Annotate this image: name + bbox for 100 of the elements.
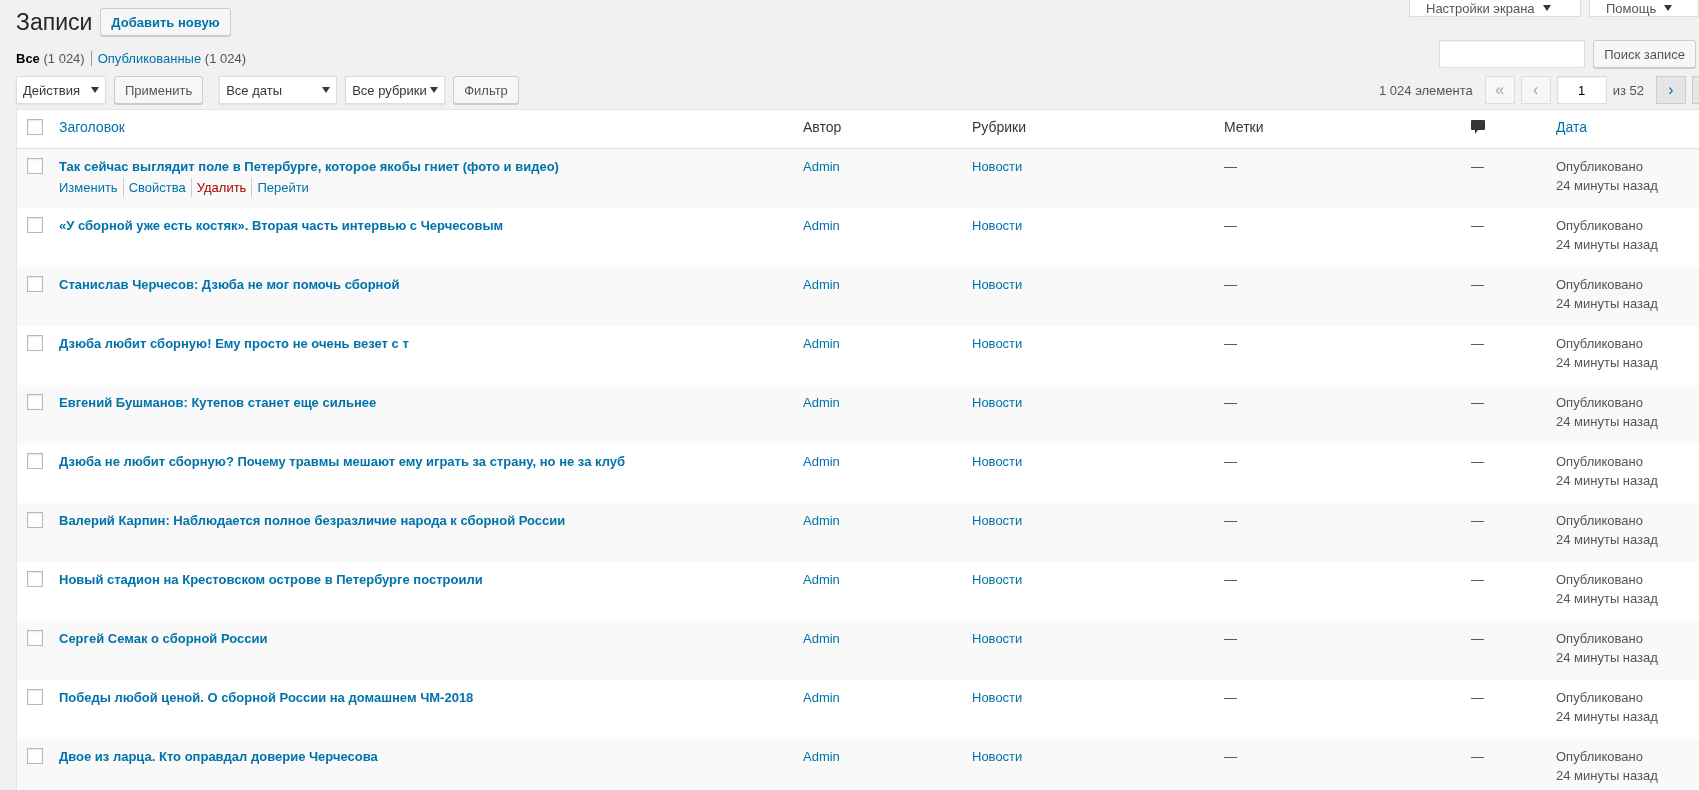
row-checkbox[interactable]	[27, 276, 43, 292]
author-link[interactable]: Admin	[803, 277, 840, 292]
dropdown-caret-icon	[91, 87, 99, 93]
comments-value: —	[1471, 218, 1484, 233]
date-filter-select[interactable]: Все даты	[219, 76, 338, 104]
post-date: 24 минуты назад	[1556, 354, 1659, 372]
author-link[interactable]: Admin	[803, 159, 840, 174]
post-title-link[interactable]: Двое из ларца. Кто оправдал доверие Черчесова	[59, 749, 378, 764]
comments-value: —	[1471, 395, 1484, 410]
category-link[interactable]: Новости	[972, 513, 1023, 528]
row-checkbox[interactable]	[27, 335, 43, 351]
post-date: 24 минуты назад	[1556, 413, 1659, 431]
post-title-link[interactable]: Станислав Черчесов: Дзюба не мог помочь сборной	[59, 277, 400, 292]
author-link[interactable]: Admin	[803, 513, 840, 528]
category-link[interactable]: Новости	[972, 749, 1023, 764]
post-status: Опубликовано	[1556, 217, 1644, 235]
category-link[interactable]: Новости	[972, 690, 1023, 705]
tags-value: —	[1224, 572, 1237, 587]
filter-button[interactable]: Фильтр	[453, 76, 519, 104]
row-checkbox[interactable]	[27, 217, 43, 233]
tags-value: —	[1224, 395, 1237, 410]
tags-value: —	[1224, 690, 1237, 705]
page-number-field[interactable]: 1	[1556, 76, 1607, 104]
category-link[interactable]: Новости	[972, 277, 1023, 292]
post-date: 24 минуты назад	[1556, 177, 1659, 195]
post-date: 24 минуты назад	[1556, 295, 1659, 313]
tags-value: —	[1224, 631, 1237, 646]
post-title-link[interactable]: «У сборной уже есть костяк». Вторая часть интервью с Черчесовым	[59, 218, 504, 233]
author-link[interactable]: Admin	[803, 395, 840, 410]
view-filter-link[interactable]: Все (1 024)	[16, 51, 91, 66]
row-checkbox[interactable]	[27, 689, 43, 705]
select-all-checkbox[interactable]	[27, 119, 43, 135]
row-checkbox[interactable]	[27, 748, 43, 764]
category-link[interactable]: Новости	[972, 631, 1023, 646]
add-new-button[interactable]: Добавить новую	[100, 8, 231, 36]
post-title-link[interactable]: Так сейчас выглядит поле в Петербурге, которое якобы гниет (фото и видео)	[59, 159, 559, 174]
row-checkbox[interactable]	[27, 630, 43, 646]
page-nav-button[interactable]: ›	[1656, 76, 1686, 104]
post-status: Опубликовано	[1556, 630, 1644, 648]
author-link[interactable]: Admin	[803, 218, 840, 233]
comments-value: —	[1471, 572, 1484, 587]
post-title-link[interactable]: Дзюба не любит сборную? Почему травмы мешают ему играть за страну, но не за клуб	[59, 454, 625, 469]
author-link[interactable]: Admin	[803, 336, 840, 351]
post-date: 24 минуты назад	[1556, 649, 1659, 667]
row-checkbox[interactable]	[27, 394, 43, 410]
comments-value: —	[1471, 277, 1484, 292]
tags-value: —	[1224, 454, 1237, 469]
author-link[interactable]: Admin	[803, 454, 840, 469]
bulk-actions-select[interactable]: Действия	[16, 76, 106, 104]
dropdown-caret-icon	[1542, 5, 1551, 11]
category-filter-select[interactable]: Все рубрики	[345, 76, 446, 104]
post-title-link[interactable]: Дзюба любит сборную! Ему просто не очень везет с т	[59, 336, 409, 351]
row-action-link[interactable]: Свойства	[122, 178, 191, 197]
row-checkbox[interactable]	[27, 571, 43, 587]
post-status: Опубликовано	[1556, 453, 1644, 471]
column-header: Метки	[1224, 119, 1264, 135]
post-status: Опубликовано	[1556, 158, 1644, 176]
post-title-link[interactable]: Новый стадион на Крестовском острове в Петербурге построили	[59, 572, 483, 587]
post-date: 24 минуты назад	[1556, 531, 1659, 549]
category-link[interactable]: Новости	[972, 336, 1023, 351]
column-sort-link[interactable]: Дата	[1556, 119, 1587, 135]
screen-options-button[interactable]: Настройки экрана	[1409, 0, 1581, 17]
post-title-link[interactable]: Валерий Карпин: Наблюдается полное безразличие народа к сборной России	[59, 513, 566, 528]
post-status: Опубликовано	[1556, 512, 1644, 530]
row-checkbox[interactable]	[27, 453, 43, 469]
author-link[interactable]: Admin	[803, 572, 840, 587]
comment-bubble-icon	[1471, 120, 1485, 134]
tags-value: —	[1224, 749, 1237, 764]
page-total: из 52	[1612, 82, 1644, 98]
post-date: 24 минуты назад	[1556, 767, 1659, 785]
category-link[interactable]: Новости	[972, 454, 1023, 469]
row-checkbox[interactable]	[27, 158, 43, 174]
column-sort-link[interactable]: Заголовок	[59, 119, 125, 135]
dropdown-caret-icon	[1664, 5, 1673, 11]
category-link[interactable]: Новости	[972, 395, 1023, 410]
row-action-link[interactable]: Перейти	[251, 178, 314, 197]
search-button[interactable]: Поиск записе	[1593, 40, 1696, 68]
author-link[interactable]: Admin	[803, 631, 840, 646]
post-title-link[interactable]: Сергей Семак о сборной России	[59, 631, 268, 646]
category-link[interactable]: Новости	[972, 218, 1023, 233]
tags-value: —	[1224, 159, 1237, 174]
category-link[interactable]: Новости	[972, 159, 1023, 174]
row-checkbox[interactable]	[27, 512, 43, 528]
author-link[interactable]: Admin	[803, 690, 840, 705]
post-date: 24 минуты назад	[1556, 590, 1659, 608]
view-filter-link[interactable]: Опубликованные (1 024)	[90, 51, 252, 66]
item-count: 1 024 элемента	[1379, 82, 1473, 98]
row-action-link[interactable]: Изменить	[59, 178, 123, 197]
column-header: Рубрики	[972, 119, 1027, 135]
post-status: Опубликовано	[1556, 335, 1644, 353]
row-action-link[interactable]: Удалить	[190, 178, 252, 197]
comments-value: —	[1471, 454, 1484, 469]
post-title-link[interactable]: Победы любой ценой. О сборной России на домашнем ЧМ-2018	[59, 690, 474, 705]
help-button[interactable]: Помощь	[1589, 0, 1699, 17]
tags-value: —	[1224, 218, 1237, 233]
author-link[interactable]: Admin	[803, 749, 840, 764]
category-link[interactable]: Новости	[972, 572, 1023, 587]
apply-button[interactable]: Применить	[114, 76, 204, 104]
search-field[interactable]	[1439, 40, 1586, 68]
post-title-link[interactable]: Евгений Бушманов: Кутепов станет еще сильнее	[59, 395, 377, 410]
